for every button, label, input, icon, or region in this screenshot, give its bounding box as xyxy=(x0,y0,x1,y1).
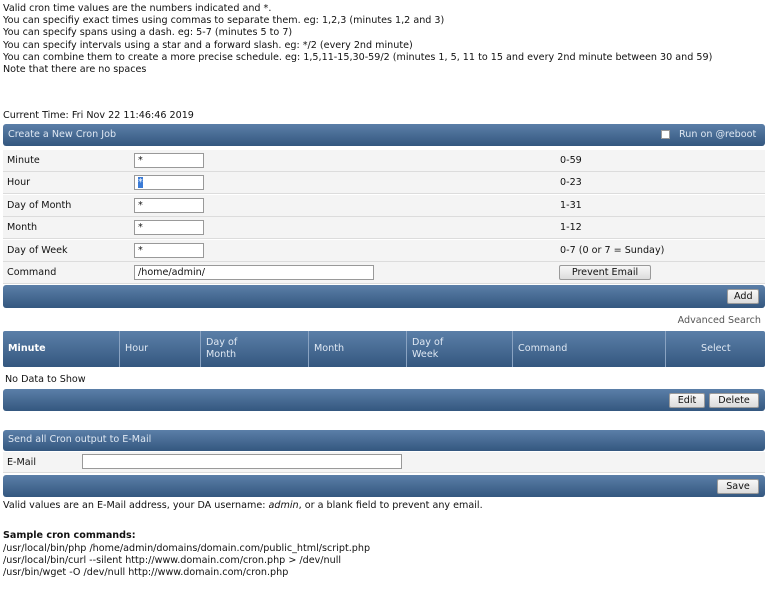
save-button[interactable]: Save xyxy=(717,479,759,494)
field-label: Month xyxy=(7,222,38,233)
help-line: Note that there are no spaces xyxy=(3,64,147,76)
sample-command: /usr/local/bin/php /home/admin/domains/d… xyxy=(3,543,371,554)
field-row-month: Month * 1-12 xyxy=(3,217,765,239)
run-on-reboot-checkbox[interactable] xyxy=(661,130,670,139)
delete-button[interactable]: Delete xyxy=(709,393,759,408)
field-range: 0-59 xyxy=(560,155,582,166)
column-label: Month xyxy=(314,343,345,354)
help-line: Valid cron time values are the numbers i… xyxy=(3,3,272,14)
column-header-select: Select xyxy=(666,331,765,367)
samples-title: Sample cron commands: xyxy=(3,530,136,541)
day-of-month-input[interactable]: * xyxy=(134,198,204,213)
day-of-week-input[interactable]: * xyxy=(134,243,204,258)
column-label: Day of Week xyxy=(412,337,444,360)
help-text: Valid cron time values are the numbers i… xyxy=(3,3,712,76)
advanced-search-link[interactable]: Advanced Search xyxy=(678,315,761,326)
email-note-suffix: , or a blank field to prevent any email. xyxy=(298,500,483,511)
column-label: Hour xyxy=(125,343,149,354)
column-header-month[interactable]: Month xyxy=(309,331,407,367)
email-save-bar: Save xyxy=(3,475,765,497)
field-row-day-of-week: Day of Week * 0-7 (0 or 7 = Sunday) xyxy=(3,240,765,262)
command-input[interactable]: /home/admin/ xyxy=(134,265,374,280)
field-label: Hour xyxy=(7,177,31,188)
table-actions-bar: Edit Delete xyxy=(3,389,765,411)
field-label: Day of Week xyxy=(7,245,68,256)
field-range: 1-12 xyxy=(560,222,582,233)
field-row-hour: Hour * 0-23 xyxy=(3,172,765,194)
column-label: Command xyxy=(518,343,568,354)
create-cron-title: Create a New Cron Job xyxy=(8,129,117,140)
column-header-hour[interactable]: Hour xyxy=(120,331,201,367)
sample-command: /usr/bin/wget -O /dev/null http://www.do… xyxy=(3,567,289,579)
column-header-day-of-month[interactable]: Day of Month xyxy=(201,331,309,367)
field-label: Day of Month xyxy=(7,200,72,211)
email-title: Send all Cron output to E-Mail xyxy=(8,434,152,445)
hour-input[interactable]: * xyxy=(134,175,204,190)
field-range: 0-23 xyxy=(560,177,582,188)
field-label: Command xyxy=(7,267,57,278)
prevent-email-button[interactable]: Prevent Email xyxy=(559,265,651,280)
column-label: Day of Month xyxy=(206,337,238,360)
field-row-minute: Minute * 0-59 xyxy=(3,150,765,172)
column-header-day-of-week[interactable]: Day of Week xyxy=(407,331,513,367)
minute-input[interactable]: * xyxy=(134,153,204,168)
samples-list: /usr/local/bin/php /home/admin/domains/d… xyxy=(3,543,370,580)
empty-table-message: No Data to Show xyxy=(5,374,86,385)
field-row-command: Command /home/admin/ Prevent Email xyxy=(3,262,765,284)
email-note-user: admin xyxy=(268,500,299,511)
create-cron-header: Create a New Cron Job Run on @reboot xyxy=(3,124,765,146)
sample-command: /usr/local/bin/curl --silent http://www.… xyxy=(3,555,342,567)
field-row-day-of-month: Day of Month * 1-31 xyxy=(3,195,765,217)
help-line: You can specifiy exact times using comma… xyxy=(3,15,445,27)
run-on-reboot-label: Run on @reboot xyxy=(679,129,757,140)
column-label: Minute xyxy=(8,343,46,354)
column-header-command[interactable]: Command xyxy=(513,331,666,367)
column-label: Select xyxy=(701,343,731,354)
email-row: E-Mail xyxy=(3,452,765,473)
field-label: Minute xyxy=(7,155,40,166)
help-line: You can specify spans using a dash. eg: … xyxy=(3,27,293,39)
current-time: Current Time: Fri Nov 22 11:46:46 2019 xyxy=(3,110,194,121)
edit-button[interactable]: Edit xyxy=(669,393,705,408)
month-input[interactable]: * xyxy=(134,220,204,235)
email-header: Send all Cron output to E-Mail xyxy=(3,430,765,451)
email-label: E-Mail xyxy=(7,457,37,468)
email-input[interactable] xyxy=(82,454,402,469)
email-note-prefix: Valid values are an E-Mail address, your… xyxy=(3,500,269,511)
add-bar: Add xyxy=(3,285,765,308)
table-header: Minute Hour Day of Month Month Day of We… xyxy=(3,331,765,367)
email-note: Valid values are an E-Mail address, your… xyxy=(3,500,483,511)
column-header-minute[interactable]: Minute xyxy=(3,331,120,367)
add-button[interactable]: Add xyxy=(727,289,759,304)
field-range: 1-31 xyxy=(560,200,582,211)
field-range: 0-7 (0 or 7 = Sunday) xyxy=(560,245,665,256)
help-line: You can combine them to create a more pr… xyxy=(3,51,713,63)
selected-text: * xyxy=(138,177,143,188)
help-line: You can specify intervals using a star a… xyxy=(3,39,413,51)
